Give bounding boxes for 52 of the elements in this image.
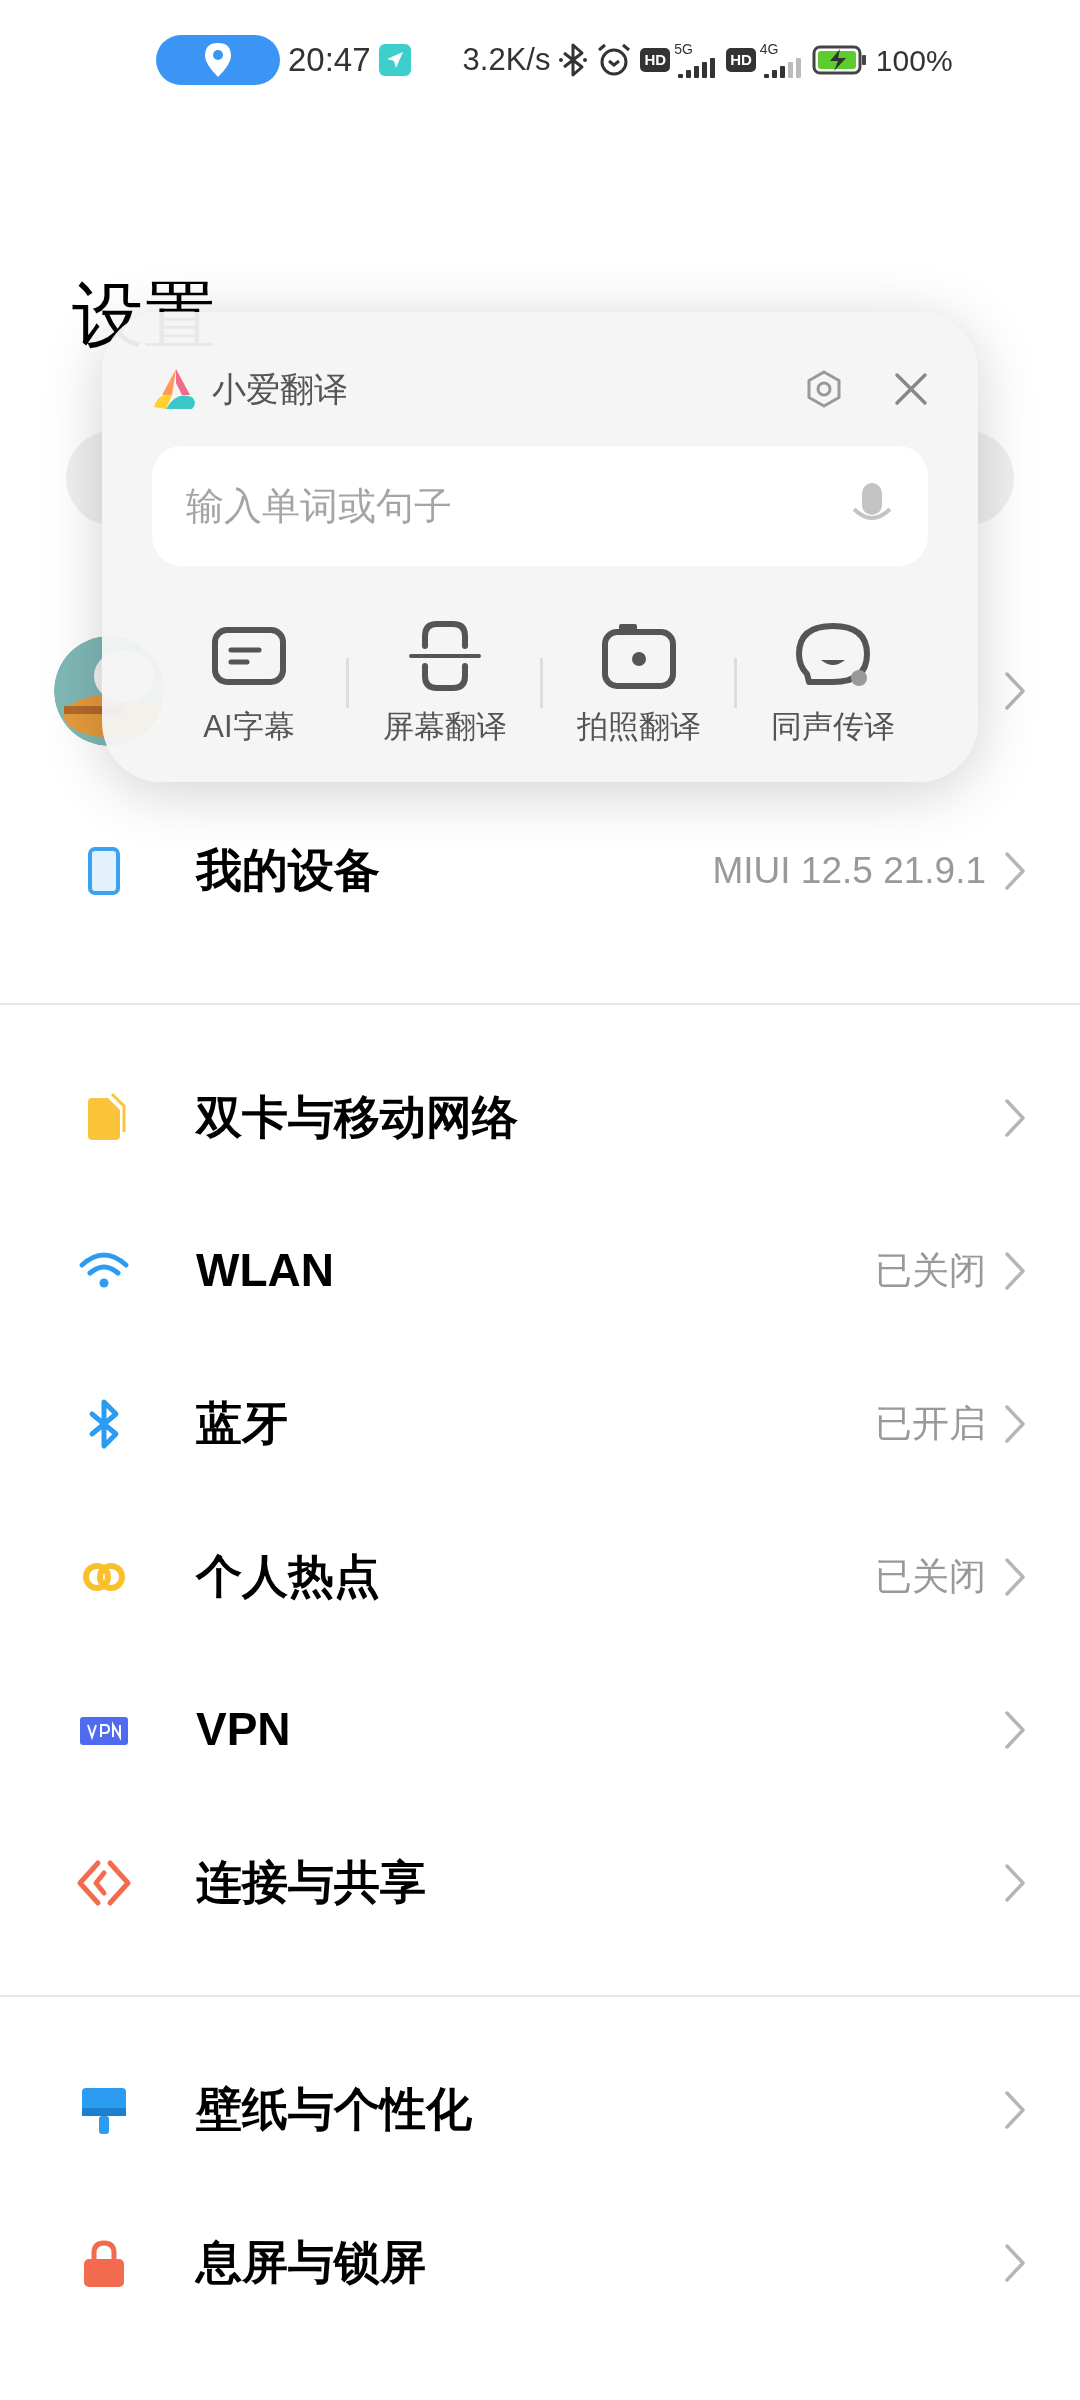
settings-row[interactable]: VPN bbox=[0, 1653, 1080, 1806]
row-label: 息屏与锁屏 bbox=[196, 2235, 427, 2290]
hd-badge: HD bbox=[640, 48, 671, 72]
panel-title: 小爱翻译 bbox=[212, 368, 349, 410]
network-type: 4G bbox=[759, 42, 779, 56]
chevron-icon bbox=[1004, 850, 1026, 891]
chevron-icon bbox=[1004, 671, 1026, 711]
chevron-icon bbox=[1004, 1097, 1026, 1138]
settings-row[interactable]: 蓝牙 已开启 bbox=[0, 1347, 1080, 1500]
tool-button[interactable]: AI字幕 bbox=[152, 616, 346, 751]
chevron-icon bbox=[1004, 1403, 1026, 1444]
clock-time: 20:47 bbox=[288, 40, 371, 81]
page-title: 设置 bbox=[72, 275, 216, 355]
row-label: 壁纸与个性化 bbox=[196, 2082, 473, 2137]
battery-percent: 100% bbox=[875, 42, 953, 79]
row-label: WLAN bbox=[196, 1243, 335, 1298]
row-label: 蓝牙 bbox=[196, 1396, 289, 1451]
input-field[interactable]: 输入单词或句子 bbox=[152, 446, 928, 566]
location-pin-icon bbox=[204, 42, 232, 78]
tool-button[interactable]: 拍照翻译 bbox=[543, 616, 734, 751]
chevron-icon bbox=[1004, 1709, 1026, 1750]
tool-button[interactable]: 屏幕翻译 bbox=[349, 616, 540, 751]
chevron-icon bbox=[1004, 1862, 1026, 1903]
chevron-icon bbox=[1004, 1250, 1026, 1291]
chevron-icon bbox=[1004, 2089, 1026, 2130]
network-type: 5G bbox=[674, 42, 693, 56]
settings-row[interactable]: WLAN 已关闭 bbox=[0, 1194, 1080, 1347]
row-label: VPN bbox=[196, 1702, 292, 1757]
hd-badge: HD bbox=[726, 48, 756, 72]
row-value: MIUI 12.5 21.9.1 bbox=[712, 848, 986, 893]
settings-row[interactable]: 壁纸与个性化 bbox=[0, 2033, 1080, 2186]
settings-row[interactable]: 个人热点 已关闭 bbox=[0, 1500, 1080, 1653]
settings-row[interactable]: 息屏与锁屏 bbox=[0, 2186, 1080, 2339]
row-value: 已关闭 bbox=[875, 1554, 986, 1599]
tool-button[interactable]: 同声传译 bbox=[737, 616, 928, 751]
settings-row[interactable]: 双卡与移动网络 bbox=[0, 1041, 1080, 1194]
row-label: 连接与共享 bbox=[196, 1855, 427, 1910]
chevron-icon bbox=[1004, 2242, 1026, 2283]
location-pill[interactable] bbox=[156, 35, 280, 85]
row-value: 已关闭 bbox=[875, 1248, 986, 1293]
settings-row[interactable]: 连接与共享 bbox=[0, 1806, 1080, 1959]
row-value: 已开启 bbox=[875, 1401, 986, 1446]
battery-charging-icon bbox=[811, 45, 868, 75]
bluetooth-icon bbox=[558, 42, 589, 78]
chevron-icon bbox=[1004, 1556, 1026, 1597]
settings-row[interactable]: 我的设备 MIUI 12.5 21.9.1 bbox=[0, 794, 1080, 947]
close-icon[interactable] bbox=[894, 372, 928, 406]
row-label: 我的设备 bbox=[196, 843, 381, 898]
network-speed: 3.2K/s bbox=[462, 40, 551, 79]
row-label: 个人热点 bbox=[196, 1549, 381, 1604]
alarm-clock-icon bbox=[596, 42, 633, 78]
row-label: 双卡与移动网络 bbox=[196, 1090, 519, 1145]
